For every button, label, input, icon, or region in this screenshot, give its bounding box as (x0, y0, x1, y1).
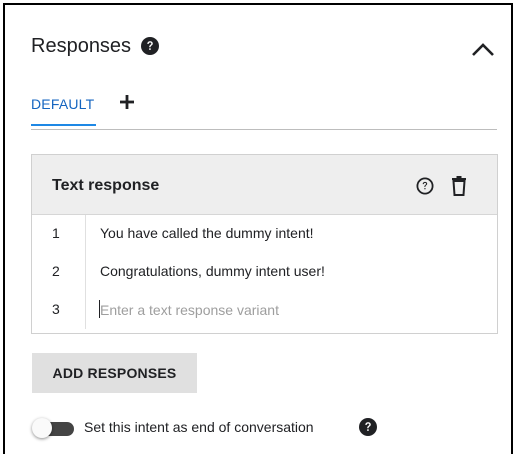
help-circle-icon[interactable] (141, 37, 160, 55)
end-conversation-toggle[interactable] (32, 418, 74, 438)
response-tabs: DEFAULT (31, 90, 497, 130)
row-number: 2 (32, 253, 86, 291)
response-text[interactable]: You have called the dummy intent! (100, 215, 314, 253)
response-row-new: 3 (32, 291, 497, 329)
help-outline-icon[interactable] (416, 177, 434, 195)
response-row: 2 Congratulations, dummy intent user! (32, 253, 497, 291)
chevron-up-icon[interactable] (469, 38, 497, 62)
response-text[interactable]: Congratulations, dummy intent user! (100, 253, 325, 291)
responses-header: Responses (31, 31, 160, 61)
card-title: Text response (52, 177, 160, 194)
response-row: 1 You have called the dummy intent! (32, 215, 497, 253)
help-circle-icon[interactable] (359, 418, 377, 436)
toggle-thumb (32, 418, 52, 438)
row-number: 1 (32, 215, 86, 253)
active-tab-indicator (31, 124, 96, 126)
response-rows: 1 You have called the dummy intent! 2 Co… (32, 215, 497, 329)
trash-icon[interactable] (451, 176, 467, 196)
response-variant-input[interactable] (100, 300, 480, 320)
section-title: Responses (31, 34, 132, 57)
card-header: Text response (32, 155, 497, 215)
end-conversation-label: Set this intent as end of conversation (84, 419, 314, 435)
plus-icon[interactable] (119, 94, 135, 110)
row-number: 3 (32, 291, 86, 329)
add-responses-button[interactable]: ADD RESPONSES (32, 353, 197, 393)
text-response-card: Text response 1 You have called the dumm… (31, 154, 498, 334)
tab-default[interactable]: DEFAULT (31, 96, 94, 112)
